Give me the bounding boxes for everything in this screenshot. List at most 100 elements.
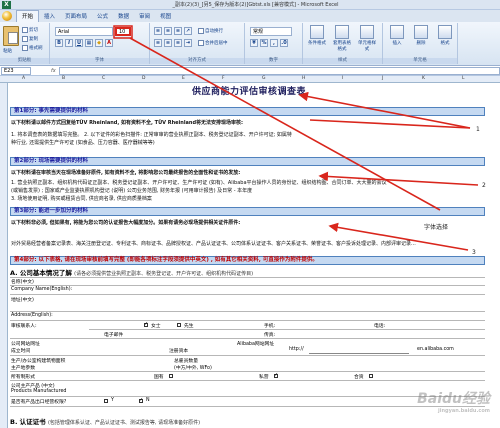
comma-icon[interactable]: , <box>270 39 278 47</box>
name-box[interactable]: E23 <box>1 66 31 75</box>
column-i[interactable]: I <box>342 76 343 81</box>
paste-icon[interactable] <box>3 26 19 46</box>
main-products-cn-label: 公司主产产品 (中文) <box>11 384 55 389</box>
delete-cells-label: 删除 <box>416 41 426 46</box>
number-icons-row: ¥ % , .0 <box>250 39 288 47</box>
state-owned-checkbox[interactable] <box>169 374 173 378</box>
column-b[interactable]: B <box>62 76 65 81</box>
worksheet[interactable]: 供应商能力评估审核调查表 第1部分: 事先需要提供的材料 以下材料请以邮件方式回… <box>9 83 500 428</box>
align-top-icon[interactable]: ≡ <box>154 27 162 35</box>
table-format-button[interactable]: 套用表格格式 <box>331 23 353 57</box>
tab-home[interactable]: 开始 <box>16 10 40 22</box>
ribbon: 粘贴 剪切 复制 格式刷 剪贴板 字体 Arial 10 B I U ▦ ◆ A… <box>0 22 500 66</box>
tab-review[interactable]: 审阅 <box>134 11 155 22</box>
part1-line3: 种行业, 还需提供生产许可证 (如食品、压力容器、医疗器械等等) <box>11 140 155 146</box>
section-a-heading: A. 公司基本情况了解 <box>10 269 72 277</box>
align-middle-icon[interactable]: ≡ <box>164 27 172 35</box>
url-input[interactable] <box>309 353 409 354</box>
office-button-icon[interactable] <box>2 11 12 21</box>
annotation-font-select: 字体选择 <box>424 224 449 231</box>
tab-insert[interactable]: 插入 <box>39 11 60 22</box>
borders-icon[interactable]: ▦ <box>85 39 93 47</box>
ribbon-tabs: 开始 插入 页面布局 公式 数据 审阅 视图 <box>0 10 500 22</box>
format-cells-button[interactable]: 格式 <box>434 23 456 57</box>
excel-logo-icon[interactable]: X <box>2 0 11 9</box>
underline-button[interactable]: U <box>75 39 83 47</box>
export-no-checkbox[interactable] <box>139 397 143 403</box>
ownership-label: 所有制形式 <box>11 375 35 380</box>
annotation-label-1: 1 <box>476 126 480 133</box>
conditional-format-label: 条件格式 <box>308 41 326 46</box>
tab-data[interactable]: 数据 <box>113 11 134 22</box>
formula-bar: E23 fx <box>0 66 500 76</box>
font-size-select[interactable]: 10 <box>115 27 131 36</box>
column-d[interactable]: D <box>142 76 145 81</box>
column-c[interactable]: C <box>102 76 105 81</box>
column-f[interactable]: F <box>222 76 225 81</box>
gender-male-checkbox[interactable] <box>177 323 181 327</box>
align-right-icon[interactable]: ≡ <box>174 39 182 47</box>
address-en-label: Address(English): <box>11 313 53 318</box>
grid-line <box>10 285 485 286</box>
fill-color-icon[interactable]: ◆ <box>95 39 103 47</box>
column-h[interactable]: H <box>302 76 305 81</box>
format-painter-label: 格式刷 <box>29 46 43 51</box>
private-checkbox[interactable] <box>274 372 278 378</box>
joint-venture-checkbox[interactable] <box>369 374 373 378</box>
name-cn-label: 名称(中文) <box>11 280 34 285</box>
grid-line <box>10 380 485 381</box>
format-painter-button[interactable]: 格式刷 <box>22 45 43 51</box>
alignment-group-label: 对齐方式 <box>150 58 244 64</box>
cut-button[interactable]: 剪切 <box>22 27 38 33</box>
paste-button[interactable]: 粘贴 <box>3 48 12 54</box>
font-name-select[interactable]: Arial <box>55 27 113 36</box>
increase-decimal-icon[interactable]: .0 <box>280 39 288 47</box>
column-a[interactable]: A <box>22 76 25 81</box>
percent-icon[interactable]: % <box>260 39 268 47</box>
tab-page-layout[interactable]: 页面布局 <box>60 11 92 22</box>
row-header[interactable] <box>0 83 8 428</box>
cell-style-button[interactable]: 单元格样式 <box>356 23 378 57</box>
insert-cells-button[interactable]: 插入 <box>386 23 408 57</box>
currency-icon[interactable]: ¥ <box>250 39 258 47</box>
font-group-label: 字体 <box>50 58 149 64</box>
tab-view[interactable]: 视图 <box>155 11 176 22</box>
part1-line2: 1. 将本调查表的数据填写完整。 2. 以下证件的彩色扫描件: 正常审审的营业执… <box>11 132 292 138</box>
italic-button[interactable]: I <box>65 39 73 47</box>
indent-icon[interactable]: ⇥ <box>184 39 192 47</box>
state-owned-label: 国有 <box>154 375 164 380</box>
column-j[interactable]: J <box>382 76 383 81</box>
formula-input[interactable] <box>58 66 500 75</box>
font-style-row: B I U ▦ ◆ A <box>55 39 113 47</box>
url-suffix: en.alibaba.com <box>417 347 454 352</box>
conditional-format-button[interactable]: 条件格式 <box>306 23 328 57</box>
align-bottom-icon[interactable]: ≡ <box>174 27 182 35</box>
office-area-label: 生产/办公室构建筑物面积 <box>11 359 66 364</box>
merge-center-button[interactable]: 合并后居中 <box>198 40 228 46</box>
column-g[interactable]: G <box>262 76 266 81</box>
column-k[interactable]: K <box>422 76 425 81</box>
font-color-icon[interactable]: A <box>105 39 113 47</box>
number-format-select[interactable]: 常规 <box>250 27 292 36</box>
annotation-label-3: 3 <box>472 249 476 256</box>
insert-cells-label: 插入 <box>392 41 402 46</box>
align-center-icon[interactable]: ≡ <box>164 39 172 47</box>
part2-line1: 以下材料请在审核当天在现场准备好原件, 如有资料不全, 将影响您公司最终报告的全… <box>11 170 241 176</box>
bold-button[interactable]: B <box>55 39 63 47</box>
delete-cells-button[interactable]: 删除 <box>410 23 432 57</box>
wrap-text-label: 自动换行 <box>205 29 223 34</box>
company-name-en-label: Company Name(English): <box>11 287 73 292</box>
export-yes-checkbox[interactable] <box>104 399 108 403</box>
orientation-icon[interactable]: ↗ <box>184 27 192 35</box>
copy-button[interactable]: 复制 <box>22 36 38 42</box>
grid-line <box>10 277 485 278</box>
wrap-text-button[interactable]: 自动换行 <box>198 28 223 34</box>
fx-icon[interactable]: fx <box>51 68 56 74</box>
cell-style-icon <box>360 25 374 39</box>
column-l[interactable]: L <box>462 76 465 81</box>
tab-formulas[interactable]: 公式 <box>92 11 113 22</box>
grid-line <box>10 338 485 339</box>
column-e[interactable]: E <box>182 76 185 81</box>
gender-female-checkbox[interactable] <box>144 321 148 327</box>
align-left-icon[interactable]: ≡ <box>154 39 162 47</box>
